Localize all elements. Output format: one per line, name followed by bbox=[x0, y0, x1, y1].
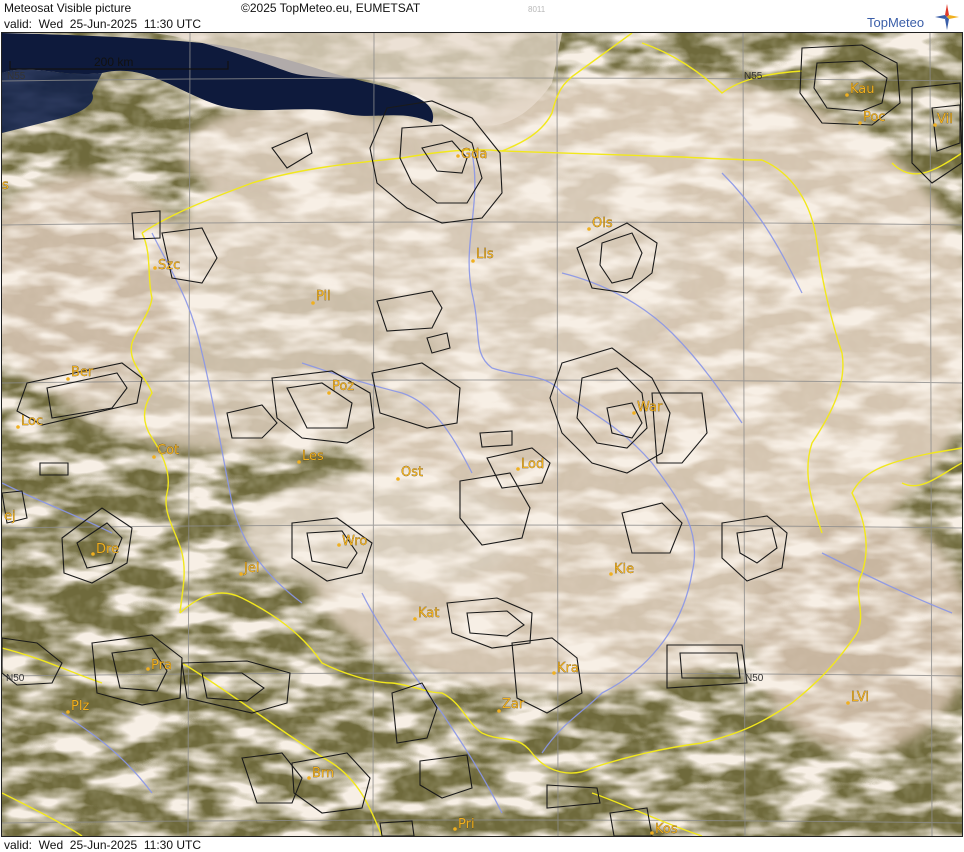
city-marker: Ber bbox=[66, 365, 94, 381]
city-label[interactable]: ej bbox=[4, 509, 16, 524]
city-label[interactable]: Poz bbox=[332, 379, 355, 394]
city-marker: Wro bbox=[337, 534, 368, 549]
lat-label: N50 bbox=[6, 673, 25, 684]
city-marker: Kra bbox=[552, 661, 579, 676]
city-label[interactable]: Plz bbox=[71, 699, 90, 714]
city-label[interactable]: Ost bbox=[401, 465, 424, 480]
city-label[interactable]: War bbox=[637, 400, 663, 415]
city-label[interactable]: s bbox=[2, 178, 9, 193]
city-label[interactable]: Wro bbox=[342, 534, 368, 549]
page-frame: Meteosat Visible picture ©2025 TopMeteo.… bbox=[0, 0, 964, 852]
scale-bar-label: 200 km bbox=[94, 55, 133, 69]
city-marker: Loc bbox=[16, 414, 43, 429]
city-label[interactable]: Kie bbox=[614, 562, 635, 577]
frame-number: 8011 bbox=[528, 5, 546, 14]
city-marker: War bbox=[632, 400, 663, 415]
city-label[interactable]: Brn bbox=[312, 766, 335, 781]
copyright-text: ©2025 TopMeteo.eu, EUMETSAT bbox=[241, 1, 421, 15]
city-marker: Les bbox=[297, 449, 324, 464]
city-label[interactable]: Kos bbox=[655, 822, 678, 836]
city-marker: Gda bbox=[456, 147, 487, 162]
city-marker: Cot bbox=[152, 443, 179, 459]
city-marker: Dre bbox=[91, 542, 119, 557]
city-marker: Lod bbox=[516, 457, 544, 472]
city-label[interactable]: Kra bbox=[557, 661, 579, 676]
footer-bar: valid: Wed 25-Jun-2025 11:30 UTC bbox=[0, 837, 964, 852]
city-label[interactable]: Pra bbox=[151, 658, 172, 673]
valid-time-bottom: valid: Wed 25-Jun-2025 11:30 UTC bbox=[4, 838, 201, 852]
city-marker: Ols bbox=[587, 216, 613, 231]
city-label[interactable]: Pri bbox=[458, 817, 475, 832]
city-label[interactable]: Lis bbox=[476, 247, 494, 262]
city-marker: Pra bbox=[146, 658, 172, 673]
city-marker: Poc bbox=[858, 110, 886, 125]
city-marker: Zar bbox=[497, 697, 525, 713]
city-label[interactable]: Gda bbox=[461, 147, 488, 162]
compass-star-icon bbox=[935, 4, 959, 30]
city-label[interactable]: Kau bbox=[850, 82, 875, 97]
map-canvas: 200 km N55 N55 N50 N50 Gda Ols Lis Szc P… bbox=[2, 33, 962, 836]
city-marker: Vil bbox=[933, 112, 953, 127]
lat-label: N55 bbox=[7, 71, 26, 82]
city-label[interactable]: Les bbox=[302, 449, 324, 464]
city-label[interactable]: Poc bbox=[863, 110, 886, 125]
city-label[interactable]: Loc bbox=[21, 414, 44, 429]
city-label[interactable]: LVi bbox=[851, 690, 869, 705]
page-title: Meteosat Visible picture bbox=[4, 1, 132, 15]
city-label[interactable]: Cot bbox=[157, 443, 180, 458]
brand-logo-text: TopMeteo bbox=[867, 15, 925, 30]
city-marker: Szc bbox=[153, 258, 180, 273]
lat-label: N50 bbox=[745, 673, 764, 684]
city-label[interactable]: Pil bbox=[316, 289, 331, 304]
header-bar: Meteosat Visible picture ©2025 TopMeteo.… bbox=[0, 0, 964, 32]
city-marker: Ost bbox=[396, 465, 423, 481]
valid-time-top: valid: Wed 25-Jun-2025 11:30 UTC bbox=[4, 17, 201, 31]
city-label[interactable]: Szc bbox=[158, 258, 181, 273]
city-label[interactable]: Jel bbox=[243, 561, 260, 576]
city-label[interactable]: Ber bbox=[71, 365, 94, 380]
city-marker: Kat bbox=[413, 606, 440, 621]
city-label[interactable]: Zar bbox=[502, 697, 525, 712]
city-label[interactable]: Ols bbox=[592, 216, 613, 231]
lat-label: N55 bbox=[744, 71, 763, 82]
city-label[interactable]: Kat bbox=[418, 606, 440, 621]
city-marker: Kos bbox=[650, 822, 678, 836]
city-label[interactable]: Dre bbox=[96, 542, 119, 557]
city-label[interactable]: Vil bbox=[937, 112, 953, 127]
city-marker: Brn bbox=[307, 766, 334, 781]
city-label[interactable]: Lod bbox=[521, 457, 545, 472]
city-marker: Kau bbox=[845, 82, 875, 97]
satellite-map[interactable]: 200 km N55 N55 N50 N50 Gda Ols Lis Szc P… bbox=[1, 32, 963, 837]
city-marker: Poz bbox=[327, 379, 355, 395]
